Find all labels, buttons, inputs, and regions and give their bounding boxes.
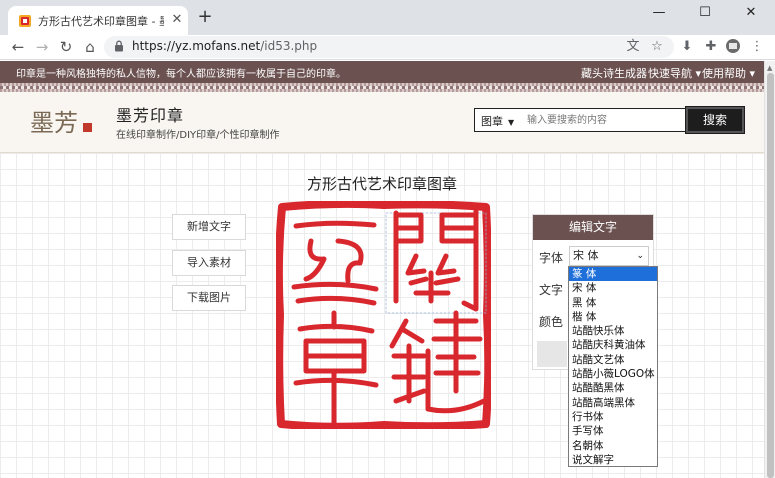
color-label: 颜色 xyxy=(539,315,564,329)
translate-icon[interactable]: 文 xyxy=(624,38,642,56)
search-category-value: 图章 xyxy=(481,115,503,128)
avatar xyxy=(726,39,740,53)
scroll-thumb[interactable] xyxy=(767,73,774,478)
panel-action-area[interactable] xyxy=(537,341,567,367)
nav-quick-navigation[interactable]: 快速导航 ▾ xyxy=(648,65,701,81)
font-option[interactable]: 宋 体 xyxy=(569,281,657,295)
font-option[interactable]: 站酷小薇LOGO体 xyxy=(569,367,657,381)
download-icon[interactable]: ⬇ xyxy=(678,38,696,56)
nav-acrostic-generator[interactable]: 藏头诗生成器 xyxy=(581,65,647,81)
font-option[interactable]: 楷 体 xyxy=(569,310,657,324)
tab-title: 方形古代艺术印章图章 - 墨芳印章 xyxy=(38,15,164,28)
font-dropdown-list[interactable]: 篆 体 宋 体 黑 体 楷 体 站酷快乐体 站酷庆科黄油体 站酷文艺体 站酷小薇… xyxy=(568,266,658,467)
font-option[interactable]: 名朝体 xyxy=(569,439,657,453)
extensions-puzzle-icon[interactable]: ✚ xyxy=(702,38,720,56)
chevron-down-icon: ⌄ xyxy=(636,251,644,261)
decorative-border xyxy=(0,83,764,92)
site-topbar: 印章是一种风格独特的私人信物，每个人都应该拥有一枚属于自己的印章。 藏头诗生成器… xyxy=(0,61,764,83)
font-select-value: 宋 体 xyxy=(573,249,599,262)
reload-icon[interactable]: ↻ xyxy=(56,37,76,57)
tab-close-icon[interactable]: ✕ xyxy=(170,13,184,27)
font-option[interactable]: 站酷庆科黄油体 xyxy=(569,338,657,352)
font-option[interactable]: 篆 体 xyxy=(569,267,657,282)
home-icon[interactable]: ⌂ xyxy=(80,37,100,57)
font-option[interactable]: 站酷酷黑体 xyxy=(569,381,657,395)
site-logo[interactable]: 墨芳 xyxy=(30,104,96,140)
search-button[interactable]: 搜索 xyxy=(685,106,745,134)
add-text-button[interactable]: 新增文字 xyxy=(172,214,246,240)
url-host: https://yz.mofans.net xyxy=(132,39,261,53)
font-option[interactable]: 黑 体 xyxy=(569,296,657,310)
site-header: 墨芳 墨芳印章 在线印章制作/DIY印章/个性印章制作 图章 ▼ 搜索 xyxy=(0,92,764,153)
import-material-button[interactable]: 导入素材 xyxy=(172,250,246,276)
scroll-up-icon[interactable]: ▲ xyxy=(767,64,772,72)
font-option[interactable]: 说文解字 xyxy=(569,453,657,467)
browser-menu-icon[interactable]: ⋮ xyxy=(748,38,766,56)
page-title: 方形古代艺术印章图章 xyxy=(306,175,457,193)
bookmark-star-icon[interactable]: ☆ xyxy=(648,38,666,56)
font-option[interactable]: 站酷文艺体 xyxy=(569,353,657,367)
close-window-button[interactable]: ✕ xyxy=(728,0,774,30)
search-box: 图章 ▼ xyxy=(474,108,686,132)
url-text: https://yz.mofans.net/id53.php xyxy=(132,39,317,53)
site-favicon-icon xyxy=(19,15,31,27)
maximize-button[interactable]: ☐ xyxy=(682,0,728,30)
chevron-down-icon: ▼ xyxy=(508,118,515,127)
back-icon[interactable]: ← xyxy=(8,37,28,57)
font-label: 字体 xyxy=(539,251,564,265)
font-option[interactable]: 站酷高端黑体 xyxy=(569,396,657,410)
nav-help[interactable]: 使用帮助 ▾ xyxy=(702,65,755,81)
text-label: 文字 xyxy=(539,283,564,297)
panel-title: 编辑文字 xyxy=(533,215,653,240)
seal-preview[interactable] xyxy=(276,201,491,429)
browser-tab[interactable]: 方形古代艺术印章图章 - 墨芳印章 ✕ xyxy=(8,6,188,35)
new-tab-button[interactable]: + xyxy=(196,8,214,26)
logo-text: 墨芳 xyxy=(30,109,78,137)
brand-subtitle: 在线印章制作/DIY印章/个性印章制作 xyxy=(116,130,280,141)
font-option[interactable]: 行书体 xyxy=(569,410,657,424)
page-scrollbar[interactable]: ▲ xyxy=(764,61,775,478)
browser-toolbar: ← → ↻ ⌂ https://yz.mofans.net/id53.php 文… xyxy=(0,35,775,60)
minimize-button[interactable]: — xyxy=(636,0,682,30)
download-image-button[interactable]: 下载图片 xyxy=(172,285,246,311)
search-category-select[interactable]: 图章 ▼ xyxy=(481,113,514,129)
lock-icon xyxy=(115,40,123,52)
font-option[interactable]: 手写体 xyxy=(569,424,657,438)
url-path: /id53.php xyxy=(260,39,318,53)
browser-tabstrip: 方形古代艺术印章图章 - 墨芳印章 ✕ + — ☐ ✕ xyxy=(0,0,775,35)
font-select[interactable]: 宋 体 ⌄ xyxy=(569,246,649,266)
font-option[interactable]: 站酷快乐体 xyxy=(569,324,657,338)
brand-name: 墨芳印章 xyxy=(116,106,185,125)
search-input[interactable] xyxy=(527,112,677,128)
address-bar[interactable]: https://yz.mofans.net/id53.php 文 ☆ xyxy=(104,36,674,58)
forward-icon[interactable]: → xyxy=(32,37,52,57)
site-slogan: 印章是一种风格独特的私人信物，每个人都应该拥有一枚属于自己的印章。 xyxy=(16,69,346,80)
profile-avatar-icon[interactable] xyxy=(724,38,742,56)
search-button-label: 搜索 xyxy=(702,113,727,127)
